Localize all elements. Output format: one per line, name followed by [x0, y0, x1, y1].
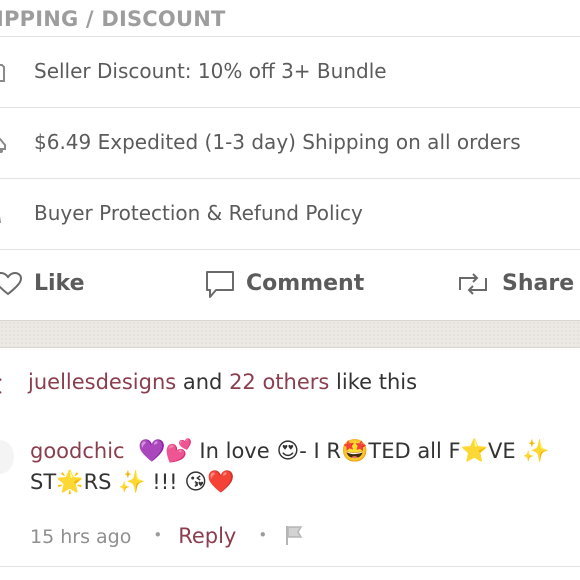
tag-icon — [0, 64, 5, 82]
comment-body: goodchic 💜💕 In love 😍- I R🤩TED all F⭐VE … — [30, 436, 550, 498]
section-title: IPPING / DISCOUNT — [0, 7, 226, 31]
liker-username-link[interactable]: juellesdesigns — [28, 370, 176, 394]
comment-text: In love — [192, 439, 277, 463]
section-divider — [0, 320, 580, 348]
shield-icon — [0, 215, 1, 223]
comment-timestamp: 15 hrs ago — [30, 526, 132, 548]
heart-eyes-emoji: 😍 — [276, 439, 300, 464]
comment-button[interactable]: Comment — [204, 268, 374, 300]
comment-item: goodchic 💜💕 In love 😍- I R🤩TED all F⭐VE … — [0, 432, 580, 567]
truck-icon — [0, 138, 6, 153]
actions-bar: Like Comment Share — [0, 248, 580, 320]
policy-row-shipping[interactable]: $6.49 Expedited (1-3 day) Shipping on al… — [0, 108, 580, 179]
separator-dot: • — [258, 526, 268, 544]
star-emoji: ⭐ — [460, 439, 489, 464]
comment-text: !!! — [145, 470, 185, 494]
share-icon — [459, 273, 487, 295]
comment-text: TED all F — [368, 439, 461, 463]
likes-text: juellesdesigns and 22 others like this — [28, 370, 417, 394]
likes-suffix: like this — [329, 370, 418, 394]
sparkles-emoji: ✨ — [522, 439, 550, 464]
policy-row-discount[interactable]: Seller Discount: 10% off 3+ Bundle — [0, 37, 580, 108]
share-button[interactable]: Share — [456, 268, 580, 300]
glowing-star-emoji: 🌟 — [56, 470, 84, 495]
reply-button[interactable]: Reply — [178, 524, 236, 548]
comment-icon — [206, 271, 234, 298]
comment-text: VE — [488, 439, 523, 463]
like-button[interactable]: Like — [0, 268, 90, 300]
like-label: Like — [34, 271, 85, 296]
policy-label: Seller Discount: 10% off 3+ Bundle — [34, 59, 387, 83]
purple-heart-emoji: 💜💕 — [137, 439, 193, 464]
kiss-heart-emoji: 😘❤️ — [184, 470, 235, 495]
comment-text: ST — [30, 470, 57, 494]
sparkles-emoji: ✨ — [118, 470, 146, 495]
policy-label: Buyer Protection & Refund Policy — [34, 201, 363, 225]
likes-summary: juellesdesigns and 22 others like this — [0, 368, 580, 400]
comment-label: Comment — [246, 271, 365, 296]
comment-username-link[interactable]: goodchic — [30, 439, 125, 463]
avatar[interactable] — [0, 440, 14, 474]
policy-row-protection[interactable]: Buyer Protection & Refund Policy — [0, 179, 580, 250]
others-link[interactable]: 22 others — [229, 370, 329, 394]
heart-icon — [0, 272, 22, 296]
section-header: IPPING / DISCOUNT — [0, 0, 580, 37]
comment-meta: 15 hrs ago • Reply • — [30, 524, 305, 554]
policy-label: $6.49 Expedited (1-3 day) Shipping on al… — [34, 130, 521, 154]
likes-and: and — [176, 370, 230, 394]
separator-dot: • — [153, 526, 163, 544]
comment-text: RS — [83, 470, 119, 494]
flag-icon[interactable] — [283, 524, 305, 546]
star-struck-emoji: 🤩 — [340, 439, 369, 464]
comment-text: - I R — [299, 439, 341, 463]
share-label: Share — [502, 271, 575, 296]
heart-icon — [0, 378, 2, 394]
